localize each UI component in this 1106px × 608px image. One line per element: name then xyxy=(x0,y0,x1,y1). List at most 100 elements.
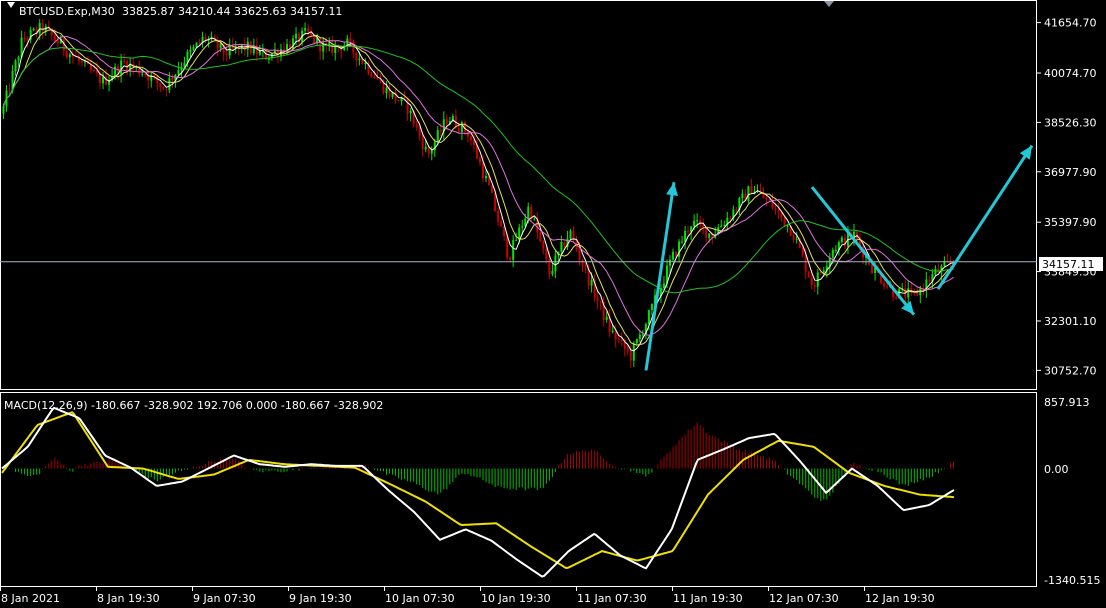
candle-body xyxy=(886,286,889,288)
macd-axis-label: 857.913 xyxy=(1044,396,1090,409)
candle-body xyxy=(584,266,587,268)
trend-arrow-3 xyxy=(936,144,1034,290)
candle-body xyxy=(506,236,509,258)
candle-body xyxy=(804,255,807,272)
candle-body xyxy=(684,230,687,242)
candle-body xyxy=(53,35,56,41)
candle-body xyxy=(578,249,581,260)
macd-header: MACD(12,26,9) -180.667 -328.902 192.706 … xyxy=(4,399,383,412)
time-axis-label: 12 Jan 07:30 xyxy=(769,592,839,605)
candle-body xyxy=(687,230,690,233)
candle-body xyxy=(195,42,198,48)
candle-body xyxy=(141,73,144,75)
candle-body xyxy=(364,62,367,64)
candle-body xyxy=(65,50,68,58)
candle-body xyxy=(801,247,804,256)
candle-body xyxy=(693,220,696,227)
candle-body xyxy=(560,242,563,252)
current-price-tag: 34157.11 xyxy=(1042,258,1095,271)
time-axis-label: 12 Jan 19:30 xyxy=(865,592,935,605)
candle-body xyxy=(871,264,874,273)
macd-series xyxy=(1,406,955,578)
candle-body xyxy=(319,37,322,52)
chart-shift-marker-icon[interactable] xyxy=(824,1,834,7)
candle-body xyxy=(385,87,388,94)
candle-body xyxy=(436,130,439,143)
candle-body xyxy=(620,339,623,341)
candle-body xyxy=(409,110,412,114)
candle-body xyxy=(41,22,44,32)
candle-body xyxy=(159,82,162,88)
candle-body xyxy=(14,60,17,72)
time-axis-label: 10 Jan 19:30 xyxy=(481,592,551,605)
candle-body xyxy=(120,60,123,75)
candle-body xyxy=(696,220,699,222)
candle-body xyxy=(165,88,168,91)
candle-body xyxy=(512,240,515,260)
trend-arrow-head-icon xyxy=(1019,145,1032,160)
macd-signal-line xyxy=(1,411,955,570)
candle-body xyxy=(225,53,228,56)
price-axis-label: 30752.70 xyxy=(1044,364,1097,377)
candle-body xyxy=(509,257,512,260)
candle-body xyxy=(424,146,427,150)
macd-axis-label: 0.00 xyxy=(1044,463,1069,476)
candle-body xyxy=(729,217,732,219)
time-axis-label: 10 Jan 07:30 xyxy=(385,592,455,605)
candle-body xyxy=(479,158,482,163)
candle-body xyxy=(843,237,846,247)
candle-body xyxy=(397,100,400,102)
candle-body xyxy=(177,69,180,75)
macd-main-line xyxy=(1,406,955,578)
candle-body xyxy=(373,76,376,79)
scroll-marker-left-icon[interactable] xyxy=(7,2,15,8)
candle-body xyxy=(515,239,518,241)
candle-body xyxy=(708,233,711,238)
candle-body xyxy=(204,36,207,40)
candle-body xyxy=(650,304,653,311)
candle-body xyxy=(92,70,95,72)
candle-body xyxy=(792,235,795,240)
time-axis-label: 8 Jan 19:30 xyxy=(97,592,160,605)
time-axis-label: 11 Jan 07:30 xyxy=(577,592,647,605)
candle-body xyxy=(831,249,834,258)
candle-body xyxy=(632,343,635,361)
candle-body xyxy=(554,255,557,271)
candle-body xyxy=(539,232,542,242)
price-axis-label: 40074.70 xyxy=(1044,67,1097,80)
candle-body xyxy=(17,57,20,61)
candle-body xyxy=(611,330,614,332)
candle-body xyxy=(491,185,494,194)
candle-body xyxy=(647,310,650,325)
candle-body xyxy=(295,33,298,39)
candle-body xyxy=(813,285,816,287)
candle-body xyxy=(533,218,536,220)
candle-body xyxy=(313,35,316,44)
candle-body xyxy=(569,230,572,239)
candle-body xyxy=(56,40,59,44)
candle-body xyxy=(590,279,593,286)
candle-body xyxy=(307,28,310,33)
candle-body xyxy=(32,28,35,31)
candle-body xyxy=(545,248,548,259)
candle-body xyxy=(572,230,575,240)
candle-body xyxy=(883,283,886,287)
candle-body xyxy=(810,277,813,286)
candle-body xyxy=(605,316,608,320)
candle-body xyxy=(497,210,500,222)
time-axis-label: 11 Jan 19:30 xyxy=(673,592,743,605)
candle-body xyxy=(723,224,726,226)
time-axis-label: 9 Jan 19:30 xyxy=(289,592,352,605)
candle-body xyxy=(747,186,750,201)
candle-body xyxy=(102,76,105,84)
candle-body xyxy=(672,251,675,260)
candle-body xyxy=(834,249,837,251)
candle-body xyxy=(681,241,684,243)
moving-average-2 xyxy=(3,29,954,346)
candle-body xyxy=(548,258,551,274)
candle-body xyxy=(304,28,307,31)
price-axis-label: 32301.10 xyxy=(1044,315,1097,328)
candle-body xyxy=(2,106,5,114)
candle-body xyxy=(421,136,424,150)
trading-chart[interactable]: 41654.70 40074.70 38526.30 36977.90 35397.90… xyxy=(0,0,1106,608)
